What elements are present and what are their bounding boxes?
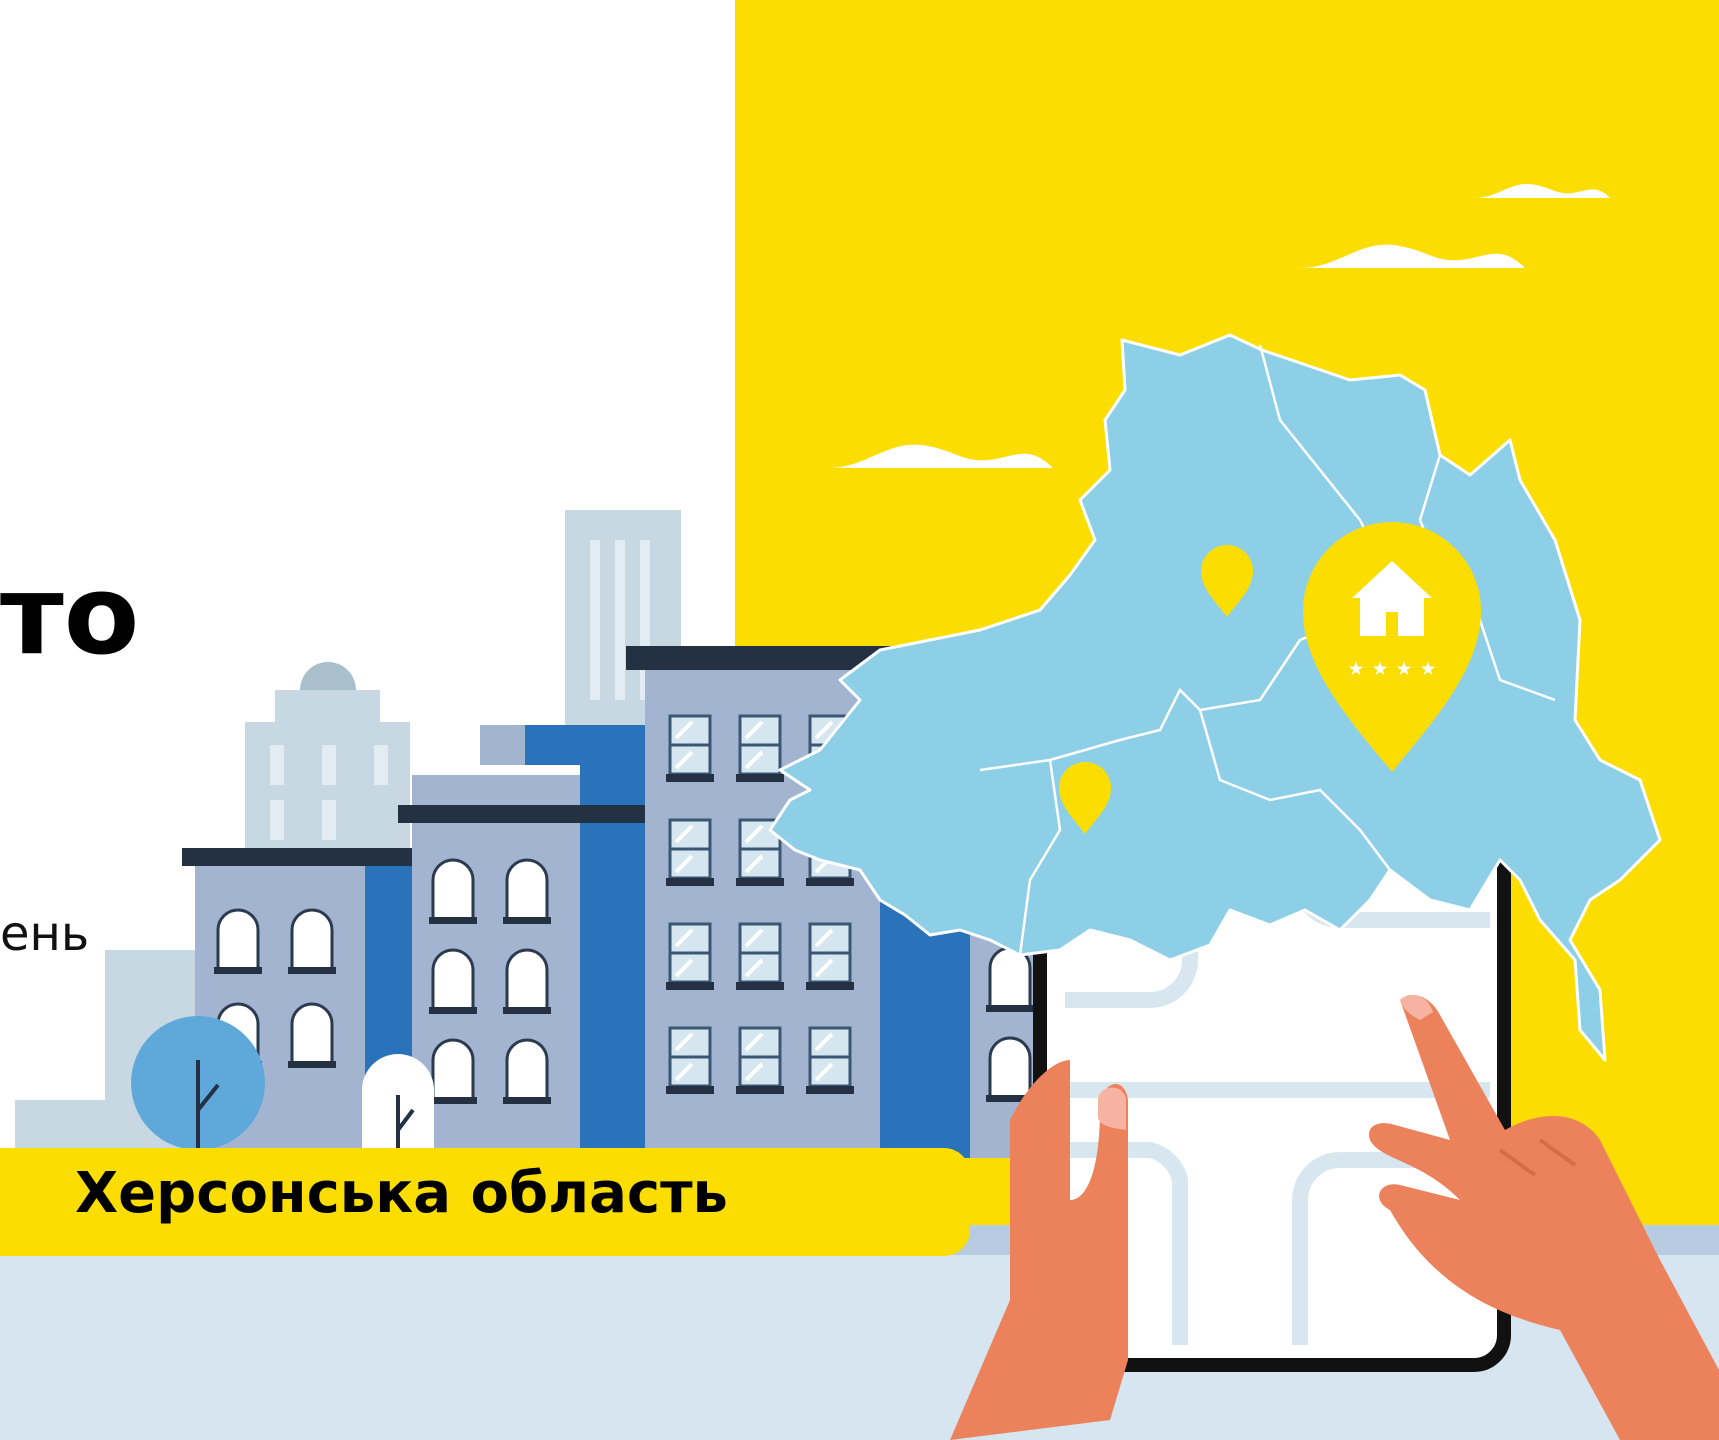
hero-illustration: то ень ★ ★ ★ ★ Херсонська область: [0, 0, 1719, 1440]
tree: [362, 1054, 434, 1160]
cloud-icon: [1475, 183, 1610, 198]
cloud-icon: [1300, 244, 1525, 268]
star-icon: ★: [1419, 658, 1436, 680]
star-icon: ★: [1371, 658, 1388, 680]
star-icon: ★: [1395, 658, 1412, 680]
star-icon: ★: [1347, 658, 1364, 680]
building: [398, 725, 646, 1160]
region-label: Херсонська область: [75, 1161, 728, 1226]
cloud-icon: [828, 444, 1053, 468]
